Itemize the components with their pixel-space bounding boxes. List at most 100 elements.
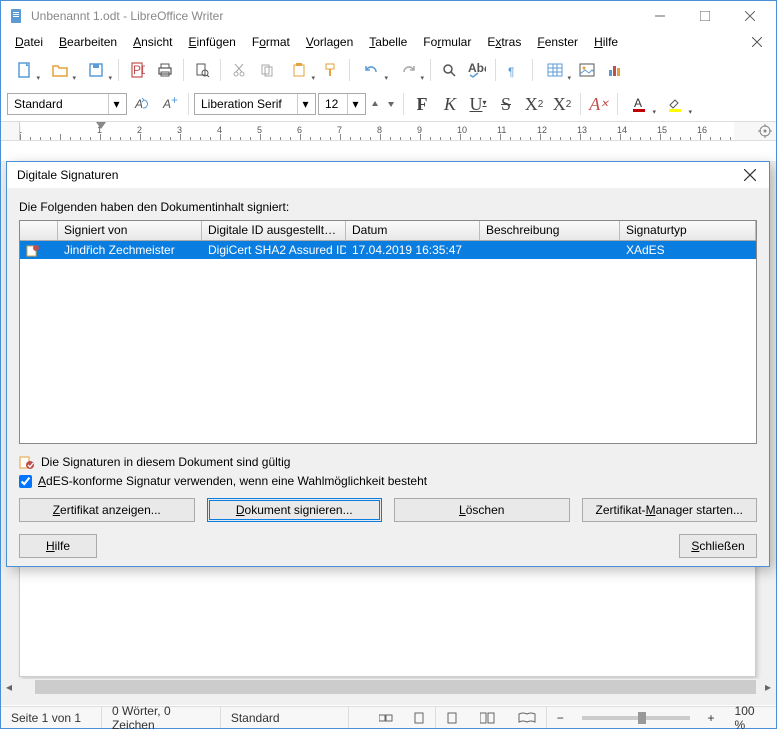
signatures-table[interactable]: Signiert von Digitale ID ausgestellt du.… — [19, 220, 757, 444]
open-button[interactable]: ▾ — [43, 57, 77, 83]
horizontal-ruler[interactable]: 112345678910111213141516 — [19, 122, 734, 140]
cut-button[interactable] — [226, 57, 252, 83]
shrink-font-button[interactable] — [384, 91, 398, 117]
column-signed-by[interactable]: Signiert von — [58, 221, 202, 240]
menu-einfuegen[interactable]: Einfügen — [180, 33, 243, 51]
export-pdf-button[interactable]: PDF — [124, 57, 150, 83]
column-description[interactable]: Beschreibung — [480, 221, 620, 240]
action-button-row: Zertifikat anzeigen... Dokument signiere… — [19, 498, 757, 522]
paragraph-style-combo[interactable]: Standard ▾ — [7, 93, 127, 115]
close-dialog-button[interactable]: Schließen — [679, 534, 757, 558]
zoom-percent[interactable]: 100 % — [725, 707, 776, 728]
menu-hilfe[interactable]: Hilfe — [586, 33, 626, 51]
spellcheck-button[interactable]: Abς — [464, 57, 490, 83]
strike-button[interactable]: S — [493, 91, 519, 117]
delete-signature-button[interactable]: Löschen — [394, 498, 570, 522]
menu-tabelle[interactable]: Tabelle — [361, 33, 415, 51]
menu-close-x-icon[interactable] — [744, 35, 770, 49]
status-view-book-icon[interactable] — [508, 707, 547, 728]
valid-status-text: Die Signaturen in diesem Dokument sind g… — [41, 455, 290, 469]
status-page-style[interactable]: Standard — [221, 707, 349, 728]
save-button[interactable]: ▾ — [79, 57, 113, 83]
valid-status-row: Die Signaturen in diesem Dokument sind g… — [19, 454, 757, 470]
sign-document-button[interactable]: Dokument signieren... — [207, 498, 383, 522]
column-date[interactable]: Datum — [346, 221, 480, 240]
scroll-left-arrow-icon[interactable]: ◂ — [1, 679, 17, 695]
maximize-button[interactable] — [682, 2, 727, 31]
standard-toolbar: ▾ ▾ ▾ PDF ▾ ▾ ▾ Abς ¶ ▾ — [1, 53, 776, 87]
zoom-out-button[interactable]: − — [547, 707, 574, 728]
redo-button[interactable]: ▾ — [391, 57, 425, 83]
clear-formatting-button[interactable]: A✕ — [586, 91, 612, 117]
font-color-button[interactable]: A▾ — [623, 91, 657, 117]
ades-checkbox-label: AdES-konforme Signatur verwenden, wenn e… — [38, 474, 427, 488]
menu-format[interactable]: Format — [244, 33, 298, 51]
cell-date: 17.04.2019 16:35:47 — [346, 243, 480, 257]
formatting-marks-button[interactable]: ¶ — [501, 57, 527, 83]
ades-checkbox[interactable] — [19, 475, 32, 488]
zoom-slider[interactable] — [582, 716, 690, 720]
status-view-multi-icon[interactable] — [470, 707, 508, 728]
menu-formular[interactable]: Formular — [415, 33, 479, 51]
dialog-intro-label: Die Folgenden haben den Dokumentinhalt s… — [19, 200, 757, 214]
view-certificate-button[interactable]: Zertifikat anzeigen... — [19, 498, 195, 522]
font-name-combo[interactable]: Liberation Serif ▾ — [194, 93, 316, 115]
dialog-title: Digitale Signaturen — [17, 168, 737, 182]
print-button[interactable] — [152, 57, 178, 83]
copy-button[interactable] — [254, 57, 280, 83]
new-style-button[interactable]: A+ — [157, 91, 183, 117]
table-header: Signiert von Digitale ID ausgestellt du.… — [20, 221, 756, 241]
column-icon[interactable] — [20, 221, 58, 240]
menubar: Datei Bearbeiten Ansicht Einfügen Format… — [1, 31, 776, 53]
print-preview-button[interactable] — [189, 57, 215, 83]
superscript-button[interactable]: X2 — [521, 91, 547, 117]
font-size-combo[interactable]: 12 ▾ — [318, 93, 366, 115]
highlight-color-button[interactable]: ▾ — [659, 91, 693, 117]
menu-vorlagen[interactable]: Vorlagen — [298, 33, 361, 51]
menu-extras[interactable]: Extras — [479, 33, 529, 51]
dialog-close-button[interactable] — [737, 163, 763, 187]
paste-button[interactable]: ▾ — [282, 57, 316, 83]
status-selection-mode[interactable] — [369, 707, 403, 728]
status-page[interactable]: Seite 1 von 1 — [1, 707, 102, 728]
insert-chart-button[interactable] — [602, 57, 628, 83]
bold-button[interactable]: F — [409, 91, 435, 117]
horizontal-scrollbar[interactable]: ◂ ▸ — [1, 679, 776, 695]
table-body: Jindřich Zechmeister DigiCert SHA2 Assur… — [20, 241, 756, 443]
status-insert-mode[interactable] — [403, 707, 436, 728]
scroll-right-arrow-icon[interactable]: ▸ — [760, 679, 776, 695]
chevron-down-icon[interactable]: ▾ — [347, 94, 363, 114]
certificate-icon — [20, 243, 58, 257]
underline-button[interactable]: U▾ — [465, 91, 491, 117]
column-issuer[interactable]: Digitale ID ausgestellt du... — [202, 221, 346, 240]
digital-signatures-dialog: Digitale Signaturen Die Folgenden haben … — [6, 161, 770, 567]
menu-ansicht[interactable]: Ansicht — [125, 33, 180, 51]
clone-formatting-button[interactable] — [318, 57, 344, 83]
menu-datei[interactable]: Datei — [7, 33, 51, 51]
table-row[interactable]: Jindřich Zechmeister DigiCert SHA2 Assur… — [20, 241, 756, 259]
undo-button[interactable]: ▾ — [355, 57, 389, 83]
find-replace-button[interactable] — [436, 57, 462, 83]
menu-bearbeiten[interactable]: Bearbeiten — [51, 33, 125, 51]
subscript-button[interactable]: X2 — [549, 91, 575, 117]
zoom-in-button[interactable]: + — [698, 707, 725, 728]
minimize-button[interactable] — [637, 2, 682, 31]
menu-fenster[interactable]: Fenster — [529, 33, 586, 51]
chevron-down-icon[interactable]: ▾ — [297, 94, 313, 114]
insert-image-button[interactable] — [574, 57, 600, 83]
help-button[interactable]: Hilfe — [19, 534, 97, 558]
chevron-down-icon[interactable]: ▾ — [108, 94, 124, 114]
status-view-single-icon[interactable] — [436, 707, 470, 728]
new-doc-button[interactable]: ▾ — [7, 57, 41, 83]
column-signature-type[interactable]: Signaturtyp — [620, 221, 756, 240]
grow-font-button[interactable] — [368, 91, 382, 117]
status-word-count[interactable]: 0 Wörter, 0 Zeichen — [102, 707, 221, 728]
certificate-manager-button[interactable]: Zertifikat-Manager starten... — [582, 498, 758, 522]
italic-button[interactable]: K — [437, 91, 463, 117]
sidebar-settings-gear-icon[interactable] — [754, 120, 776, 142]
cell-issuer: DigiCert SHA2 Assured ID — [202, 243, 346, 257]
close-button[interactable] — [727, 2, 772, 31]
svg-text:PDF: PDF — [133, 63, 145, 77]
insert-table-button[interactable]: ▾ — [538, 57, 572, 83]
update-style-button[interactable]: A — [129, 91, 155, 117]
